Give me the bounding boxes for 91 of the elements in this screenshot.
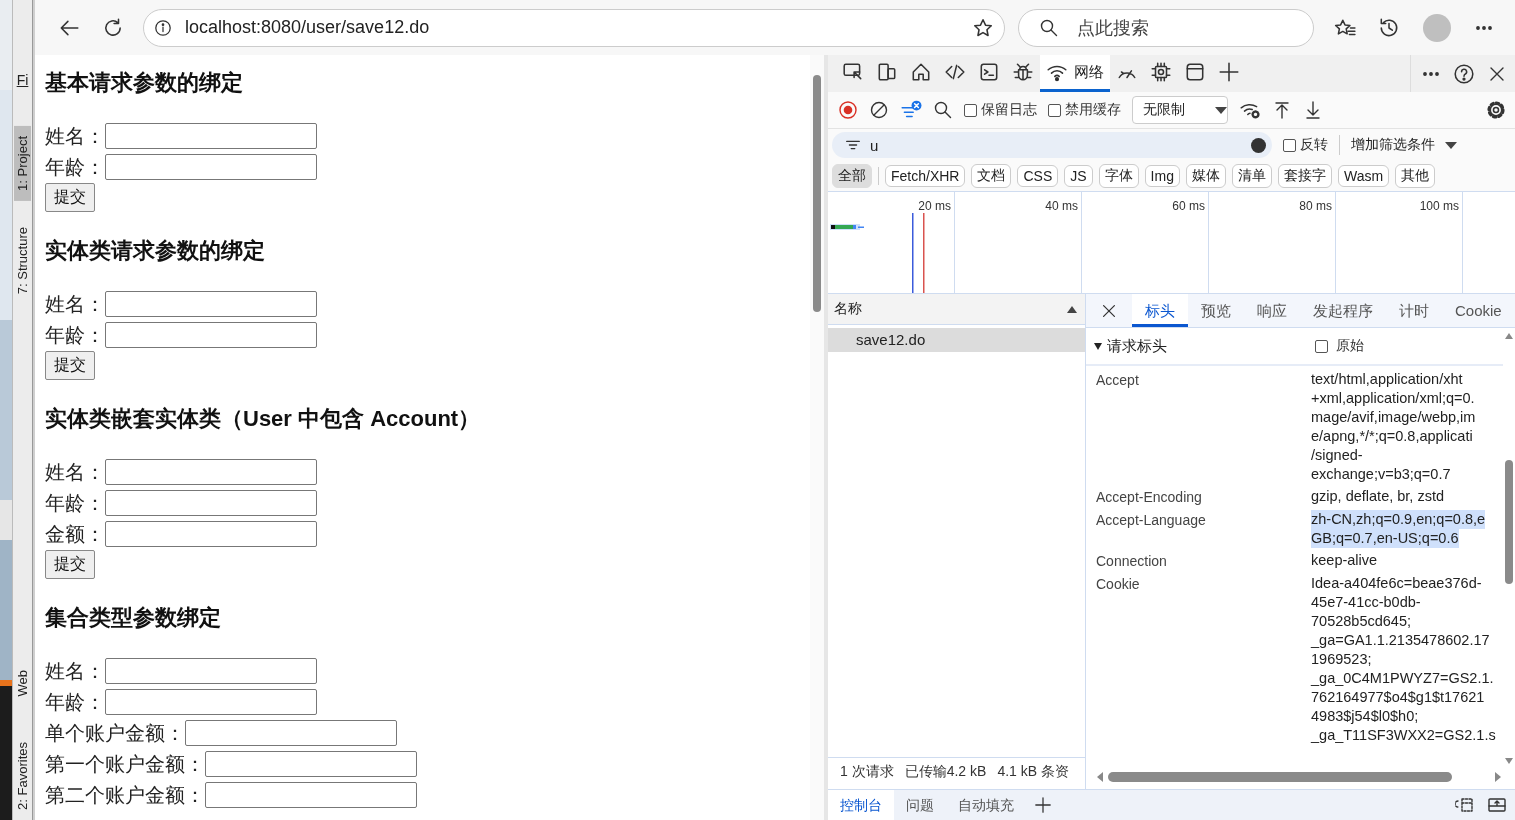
time-tick: 100 ms — [1419, 199, 1459, 213]
type-filter-chip[interactable]: CSS — [1017, 165, 1059, 187]
time-tick: 60 ms — [1172, 199, 1205, 213]
header-name: Connection — [1096, 552, 1168, 571]
header-value: mage/avif,image/webp,im — [1311, 408, 1476, 427]
type-filter-chip[interactable]: Wasm — [1337, 165, 1390, 187]
header-value: 762164977$o4$g1$t17621 — [1311, 688, 1485, 707]
tab[interactable]: 预览 — [1188, 294, 1244, 327]
time-tick: 40 ms — [1045, 199, 1078, 213]
field-label: 年龄： — [45, 490, 105, 516]
type-filter-chip[interactable]: 字体 — [1098, 164, 1139, 188]
url-text: localhost:8080/user/save12.do — [185, 17, 431, 38]
field-label: 单个账户金额： — [45, 720, 185, 746]
field-label: 第一个账户金额： — [45, 751, 205, 777]
header-value: gzip, deflate, br, zstd — [1311, 487, 1444, 506]
header-value: +xml,application/xml;q=0. — [1311, 389, 1475, 408]
drawer-tab[interactable]: 自动填充 — [946, 790, 1026, 820]
header-name: Accept-Language — [1096, 511, 1207, 530]
field-label: 年龄： — [45, 322, 105, 348]
field-label: 年龄： — [45, 154, 105, 180]
checkbox-label: 保留日志 — [981, 101, 1037, 119]
throttle-dropdown[interactable]: 无限制 — [1132, 96, 1228, 124]
header-value: zh-CN,zh;q=0.9,en;q=0.8,e — [1311, 510, 1486, 529]
tab[interactable]: 发起程序 — [1300, 294, 1386, 327]
header-name: Cookie — [1096, 575, 1141, 594]
tab[interactable]: 响应 — [1244, 294, 1300, 327]
tool-window-tab[interactable]: 1: Project — [14, 126, 31, 201]
submit-button[interactable]: 提交 — [45, 351, 95, 380]
header-name: Accept-Encoding — [1096, 488, 1203, 507]
address-bar[interactable]: localhost:8080/user/save12.do — [143, 8, 1005, 47]
tab[interactable]: 计时 — [1386, 294, 1442, 327]
time-tick: 80 ms — [1299, 199, 1332, 213]
type-filter-chip[interactable]: 清单 — [1231, 164, 1272, 188]
field-label: 金额： — [45, 521, 105, 547]
header-value: /signed- — [1311, 446, 1363, 465]
header-value: text/html,application/xht — [1311, 370, 1463, 389]
header-value: 4983$j54$l0$h0; — [1311, 707, 1419, 726]
tool-window-tab[interactable]: 2: Favorites — [14, 738, 31, 814]
submit-button[interactable]: 提交 — [45, 183, 95, 212]
field-label: 姓名： — [45, 123, 105, 149]
header-value: keep-alive — [1311, 551, 1378, 570]
filter-field[interactable]: u — [832, 132, 1272, 158]
status-text: 1 次请求 — [840, 763, 894, 781]
tab[interactable]: Cookie — [1442, 294, 1515, 327]
type-filter-chip[interactable]: 全部 — [832, 164, 872, 188]
header-value: Idea-a404fe6c=beae376d- — [1311, 574, 1482, 593]
checkbox-label: 原始 — [1336, 337, 1364, 355]
submit-button[interactable]: 提交 — [45, 550, 95, 579]
type-filter-chip[interactable]: Img — [1144, 165, 1180, 187]
drawer-tab[interactable]: 控制台 — [828, 790, 894, 820]
type-filter-chip[interactable]: 媒体 — [1185, 164, 1226, 188]
type-filter-chip[interactable]: 文档 — [971, 164, 1012, 188]
header-value: 70528b5cd645; — [1311, 612, 1411, 631]
tool-window-tab[interactable]: 7: Structure — [14, 222, 31, 299]
column-header[interactable]: 名称 — [828, 294, 1085, 325]
status-text: 4.1 kB 条资 — [997, 763, 1069, 781]
section-title: 请求标头 — [1107, 336, 1168, 356]
header-value: 1969523; — [1311, 650, 1372, 669]
checkbox-label: 反转 — [1300, 136, 1328, 154]
field-label: 第二个账户金额： — [45, 782, 205, 808]
checkbox-label: 禁用缓存 — [1065, 101, 1121, 119]
tool-window-tab[interactable]: Web — [14, 665, 31, 701]
type-filter-chip[interactable]: 其他 — [1395, 164, 1436, 188]
header-value: e/apng,*/*;q=0.8,applicati — [1311, 427, 1473, 446]
request-row[interactable]: save12.do — [828, 328, 1085, 352]
more-filters-dropdown[interactable]: 增加筛选条件 — [1351, 136, 1457, 154]
section-heading: 实体类请求参数的绑定 — [45, 237, 266, 265]
header-value: _ga=GA1.1.2135478602.17 — [1311, 631, 1490, 650]
type-filter-chip[interactable]: JS — [1064, 165, 1093, 187]
type-filter-chip[interactable]: Fetch/XHR — [885, 165, 966, 187]
tab[interactable]: 标头 — [1132, 294, 1188, 327]
section-heading: 集合类型参数绑定 — [45, 604, 222, 632]
field-label: 姓名： — [45, 658, 105, 684]
section-heading: 基本请求参数的绑定 — [45, 69, 244, 97]
search-field[interactable]: 点此搜索 — [1018, 8, 1314, 47]
menu-item[interactable]: Fi — [16, 72, 29, 88]
time-tick: 20 ms — [918, 199, 951, 213]
header-value: exchange;v=b3;q=0.7 — [1311, 465, 1451, 484]
header-value: _ga_T11SF3WXX2=GS2.1.s — [1311, 726, 1496, 745]
status-text: 已传输4.2 kB — [904, 763, 987, 781]
type-filter-chip[interactable]: 套接字 — [1277, 164, 1332, 188]
field-label: 姓名： — [45, 459, 105, 485]
section-heading: 实体类嵌套实体类（User 中包含 Account） — [45, 405, 482, 433]
field-label: 姓名： — [45, 291, 105, 317]
header-name: Accept — [1096, 371, 1140, 390]
drawer-tab[interactable]: 问题 — [894, 790, 946, 820]
header-value: GB;q=0.7,en-US;q=0.6 — [1311, 529, 1459, 548]
header-value: _ga_0C4M1PWYZ7=GS2.1. — [1311, 669, 1494, 688]
header-value: 45e7-41cc-b0db- — [1311, 593, 1421, 612]
field-label: 年龄： — [45, 689, 105, 715]
network-tab[interactable]: 网络 — [1040, 55, 1110, 92]
